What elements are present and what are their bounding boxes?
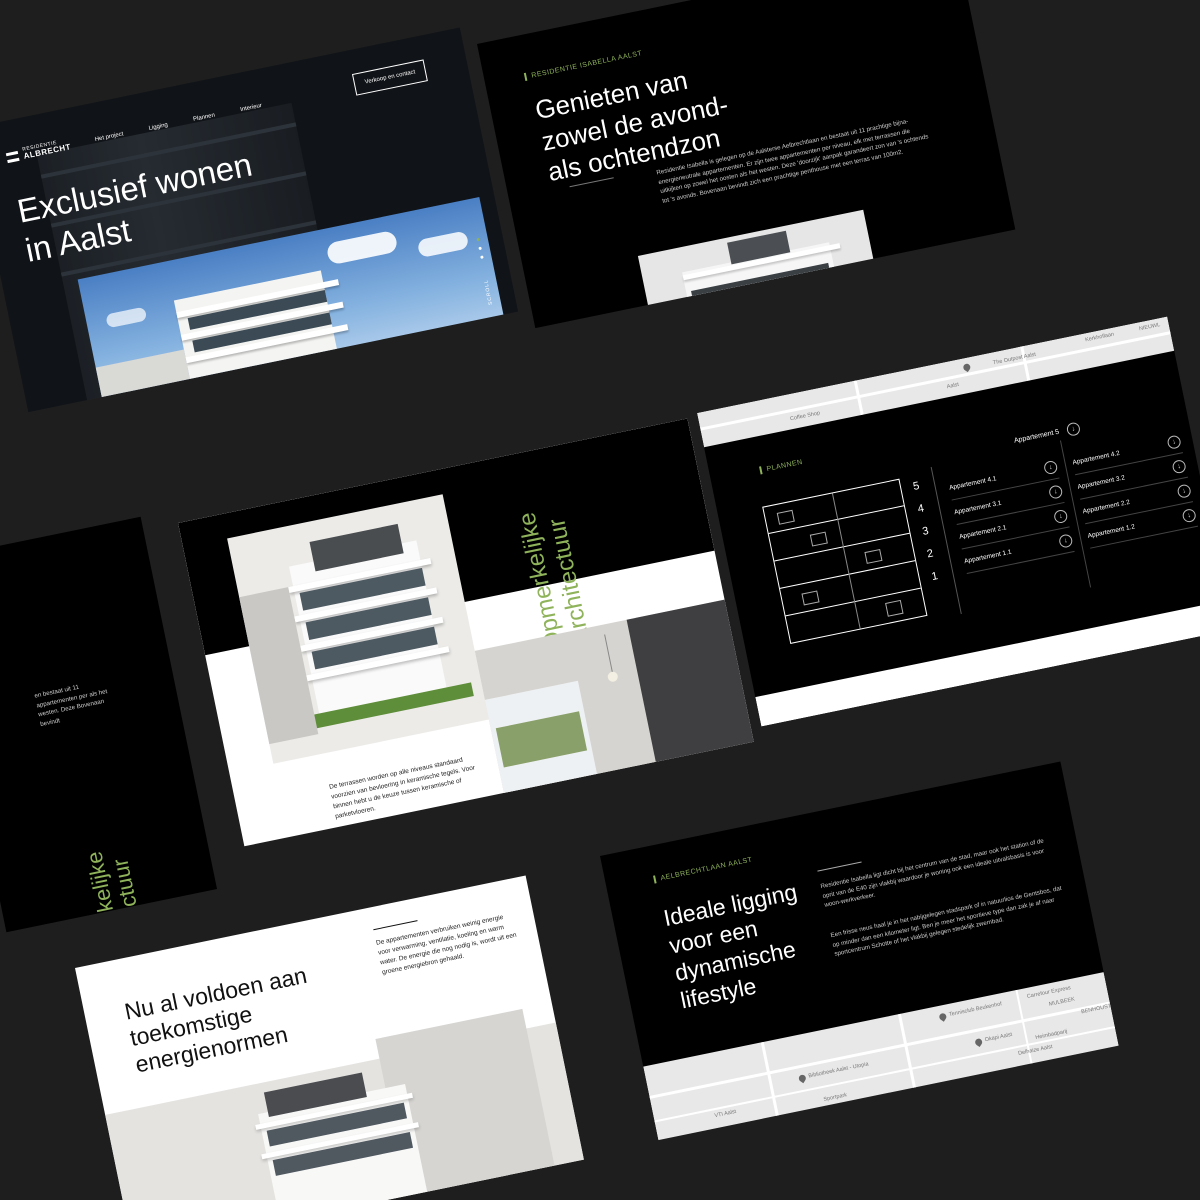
architecture-render bbox=[227, 494, 489, 764]
map-pin-icon[interactable] bbox=[961, 362, 972, 373]
map-pin-icon[interactable] bbox=[937, 1011, 948, 1022]
energy-text: De appartementen verbruiken weinig energ… bbox=[375, 913, 518, 977]
download-icon[interactable]: ↓ bbox=[1042, 459, 1059, 475]
floor-4[interactable]: 4 bbox=[917, 502, 925, 515]
download-icon[interactable]: ↓ bbox=[1057, 532, 1074, 549]
floor-1[interactable]: 1 bbox=[931, 570, 939, 583]
plans-card: The Outpost Aalst Kerkhoflaan Aalst NIEU… bbox=[697, 316, 1200, 727]
interior-photo bbox=[474, 597, 754, 798]
mockup-stage: RESIDENTIE ALBRECHT Het project Ligging … bbox=[0, 0, 1200, 1200]
location-card: AELBRECHTLAAN AALST Ideale ligging voor … bbox=[600, 761, 1119, 1141]
apartment-penthouse[interactable]: Appartement 5 ↓ bbox=[1013, 421, 1082, 447]
fragment-text: en bestaat uit 11 appartementen per als … bbox=[33, 683, 108, 728]
download-icon[interactable]: ↓ bbox=[1171, 458, 1187, 474]
energy-title: Nu al voldoen aan toekomstige energienor… bbox=[122, 961, 310, 1078]
download-icon[interactable]: ↓ bbox=[1181, 507, 1197, 523]
floor-2[interactable]: 2 bbox=[926, 548, 934, 561]
building-elevation-drawing[interactable] bbox=[762, 478, 928, 644]
download-icon[interactable]: ↓ bbox=[1065, 421, 1082, 437]
floor-3[interactable]: 3 bbox=[921, 525, 929, 538]
location-title: Ideale ligging voor een dynamische lifes… bbox=[661, 878, 800, 1014]
hero-card: RESIDENTIE ALBRECHT Het project Ligging … bbox=[0, 27, 519, 413]
eyebrow-bar-icon bbox=[523, 72, 528, 82]
energy-card: Nu al voldoen aan toekomstige energienor… bbox=[75, 875, 584, 1200]
download-icon[interactable]: ↓ bbox=[1052, 508, 1069, 524]
intro-card: RESIDENTIE ISABELLA AALST Genieten van z… bbox=[477, 0, 1016, 329]
location-eyebrow: AELBRECHTLAAN AALST bbox=[653, 856, 753, 884]
left-fragment-card: en bestaat uit 11 appartementen per als … bbox=[0, 516, 218, 933]
architecture-text: De terrassen worden op alle niveaus stan… bbox=[328, 756, 476, 821]
location-rule bbox=[817, 861, 862, 872]
fragment-title: kelijke ctuur bbox=[81, 849, 142, 915]
apartment-list-left: Appartement 4.1 ↓ Appartement 3.1 ↓ Appart… bbox=[946, 453, 1075, 575]
download-icon[interactable]: ↓ bbox=[1166, 433, 1182, 450]
intro-image bbox=[637, 209, 882, 329]
map-pin-icon[interactable] bbox=[973, 1037, 984, 1048]
energy-rule bbox=[373, 920, 418, 931]
map-pin-icon[interactable] bbox=[797, 1073, 808, 1084]
apartment-list-right: Appartement 4.2 ↓ Appartement 3.2 ↓ Appart… bbox=[1070, 428, 1199, 549]
plans-map: The Outpost Aalst Kerkhoflaan Aalst NIEU… bbox=[697, 316, 1175, 448]
logo-mark-icon bbox=[5, 150, 20, 163]
plans-eyebrow: PLANNEN bbox=[759, 458, 803, 475]
download-icon[interactable]: ↓ bbox=[1176, 482, 1192, 499]
floor-5[interactable]: 5 bbox=[912, 480, 920, 493]
architecture-card: Opmerkelijke Architectuur De terrassen w… bbox=[178, 418, 754, 847]
download-icon[interactable]: ↓ bbox=[1047, 483, 1064, 500]
